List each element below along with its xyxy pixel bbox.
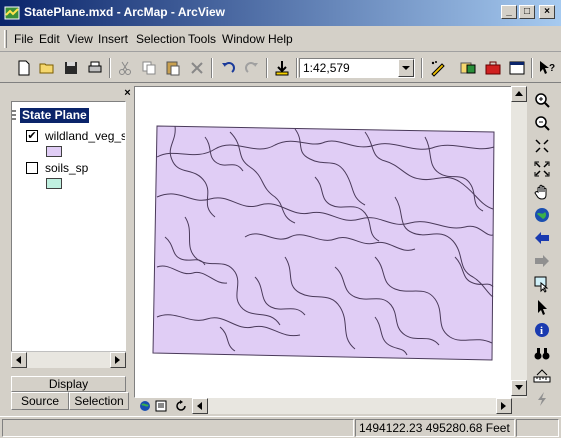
menu-view[interactable]: View: [67, 32, 93, 46]
toc-horizontal-scrollbar[interactable]: [11, 351, 126, 368]
add-data-icon[interactable]: [271, 57, 293, 79]
forward-extent-icon[interactable]: [532, 251, 552, 271]
standard-toolbar: 1:42,579 ?: [0, 53, 561, 83]
fixed-zoom-in-icon[interactable]: [532, 136, 552, 156]
menu-window[interactable]: Window: [222, 32, 265, 46]
svg-text:?: ?: [549, 63, 555, 74]
layer-checkbox-wildland-veg[interactable]: ✔: [26, 130, 38, 142]
undo-icon[interactable]: [217, 57, 239, 79]
layer-name-wildland-veg[interactable]: wildland_veg_sp: [45, 129, 125, 143]
find-icon[interactable]: [532, 343, 552, 363]
status-extra-pane: [516, 419, 559, 437]
identify-icon[interactable]: i: [532, 320, 552, 340]
map-horizontal-scrollbar[interactable]: [192, 398, 512, 414]
tab-display[interactable]: Display: [11, 376, 126, 392]
menu-edit[interactable]: Edit: [39, 32, 60, 46]
data-frame-label[interactable]: State Plane: [20, 108, 89, 123]
arctoolbox-icon[interactable]: [482, 57, 504, 79]
menu-tools[interactable]: Tools: [188, 32, 216, 46]
map-scale-dropdown[interactable]: 1:42,579: [299, 58, 415, 78]
menu-help[interactable]: Help: [268, 32, 293, 46]
svg-text:i: i: [540, 325, 543, 337]
layers-icon: [12, 110, 16, 120]
map-scale-value: 1:42,579: [303, 61, 350, 75]
coordinate-readout: 1494122.23 495280.68 Feet: [355, 419, 515, 437]
maximize-button[interactable]: □: [519, 5, 535, 19]
map-canvas[interactable]: [135, 87, 511, 397]
full-extent-icon[interactable]: [532, 205, 552, 225]
print-icon[interactable]: [84, 57, 106, 79]
status-bar: 1494122.23 495280.68 Feet: [0, 416, 561, 438]
map-display[interactable]: [134, 86, 526, 398]
close-button[interactable]: ×: [539, 5, 555, 19]
zoom-out-icon[interactable]: [532, 113, 552, 133]
minimize-button[interactable]: _: [501, 5, 517, 19]
copy-icon[interactable]: [138, 57, 160, 79]
command-line-icon[interactable]: [506, 57, 528, 79]
toc-layer-list[interactable]: State Plane ✔ wildland_veg_sp soils_sp: [11, 101, 126, 363]
map-vertical-scrollbar[interactable]: [511, 86, 527, 398]
paste-icon[interactable]: [162, 57, 184, 79]
tools-toolbar: i: [529, 86, 553, 412]
menu-selection[interactable]: Selection: [136, 32, 185, 46]
toc-close-button[interactable]: ×: [122, 88, 133, 99]
data-view-icon[interactable]: [138, 399, 152, 413]
arcmap-app-icon[interactable]: [4, 5, 20, 21]
delete-icon[interactable]: [186, 57, 208, 79]
open-folder-icon[interactable]: [36, 57, 58, 79]
status-message: [2, 419, 354, 437]
menu-bar: File Edit View Insert Selection Tools Wi…: [0, 26, 561, 52]
scroll-right-icon[interactable]: [496, 398, 512, 414]
scroll-up-icon[interactable]: [511, 86, 527, 102]
scroll-right-icon[interactable]: [110, 352, 126, 368]
hyperlink-icon[interactable]: [532, 389, 552, 409]
cut-icon[interactable]: [114, 57, 136, 79]
scroll-down-icon[interactable]: [511, 380, 527, 396]
menu-grip[interactable]: [4, 30, 7, 48]
tab-source[interactable]: Source: [11, 392, 69, 410]
redo-icon[interactable]: [241, 57, 263, 79]
back-extent-icon[interactable]: [532, 228, 552, 248]
chevron-down-icon[interactable]: [398, 59, 414, 77]
zoom-in-icon[interactable]: [532, 90, 552, 110]
table-of-contents: × State Plane ✔ wildland_veg_sp soils_sp…: [6, 86, 132, 412]
wildland-veg-polygon-extent: [152, 125, 495, 361]
new-document-icon[interactable]: [13, 57, 35, 79]
scroll-left-icon[interactable]: [192, 398, 208, 414]
measure-icon[interactable]: [532, 366, 552, 386]
legend-swatch-wildland-veg[interactable]: [46, 146, 62, 157]
map-view-controls: [134, 398, 526, 414]
editor-icon[interactable]: [427, 57, 449, 79]
arccatalog-icon[interactable]: [457, 57, 479, 79]
layer-name-soils[interactable]: soils_sp: [45, 161, 88, 175]
title-bar: StatePlane.mxd - ArcMap - ArcView _ □ ×: [0, 0, 561, 26]
refresh-icon[interactable]: [174, 399, 188, 413]
scroll-left-icon[interactable]: [11, 352, 27, 368]
save-icon[interactable]: [60, 57, 82, 79]
select-features-icon[interactable]: [532, 274, 552, 294]
menu-file[interactable]: File: [14, 32, 33, 46]
tab-selection[interactable]: Selection: [69, 392, 129, 410]
layout-view-icon[interactable]: [154, 399, 168, 413]
legend-swatch-soils[interactable]: [46, 178, 62, 189]
layer-checkbox-soils[interactable]: [26, 162, 38, 174]
fixed-zoom-out-icon[interactable]: [532, 159, 552, 179]
toc-tab-strip: Source Selection: [11, 392, 129, 410]
pan-icon[interactable]: [532, 182, 552, 202]
menu-insert[interactable]: Insert: [98, 32, 128, 46]
select-elements-icon[interactable]: [532, 297, 552, 317]
whats-this-icon[interactable]: ?: [536, 57, 558, 79]
window-title: StatePlane.mxd - ArcMap - ArcView: [24, 5, 225, 19]
